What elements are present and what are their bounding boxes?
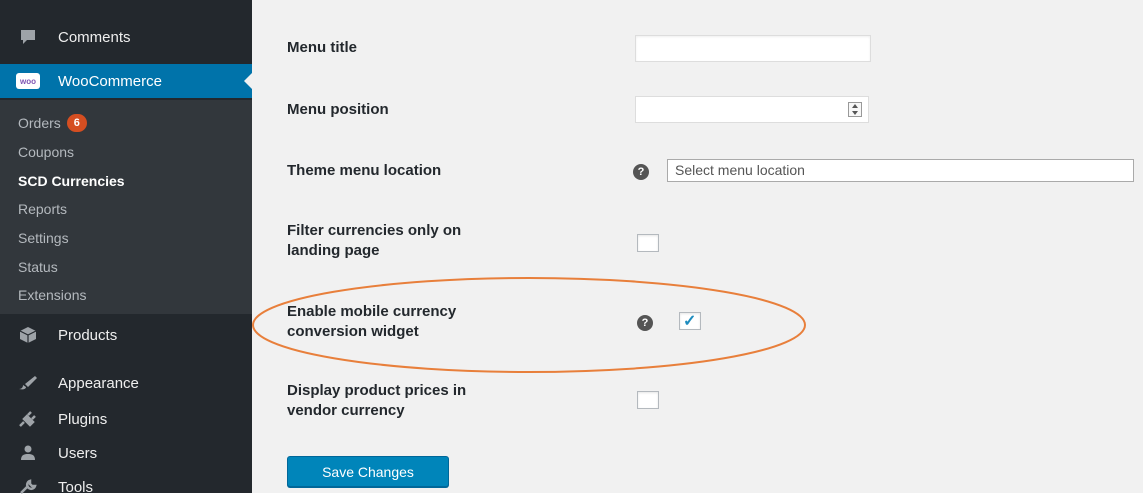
sidebar-item-products[interactable]: Products: [0, 318, 252, 352]
vendor-currency-label-line1: Display product prices in: [287, 382, 467, 399]
sidebar-item-label: Plugins: [58, 410, 108, 428]
spinner-arrows-icon[interactable]: [848, 102, 862, 117]
brush-icon: [16, 373, 40, 393]
wrench-icon: [16, 477, 40, 497]
sidebar-item-appearance[interactable]: Appearance: [0, 366, 252, 400]
settings-main: Menu title Menu position Theme menu loca…: [252, 0, 1143, 493]
menu-location-placeholder: Select menu location: [675, 162, 805, 178]
menu-position-input[interactable]: [635, 96, 869, 123]
filter-landing-label: Filter currencies only on landing page: [287, 221, 567, 261]
sidebar-item-comments[interactable]: Comments: [0, 20, 252, 54]
mobile-widget-label-line2: conversion widget: [287, 323, 419, 340]
sidebar-subitem-label: Extensions: [18, 287, 87, 303]
sidebar-item-label: Products: [58, 326, 118, 344]
woocommerce-logo-text: woo: [16, 73, 40, 89]
save-changes-button[interactable]: Save Changes: [287, 456, 449, 487]
sidebar-subitem-orders[interactable]: Orders 6: [18, 112, 87, 134]
woocommerce-logo: woo: [16, 71, 40, 91]
box-icon: [16, 325, 40, 345]
sidebar-subitem-label: Status: [18, 259, 58, 275]
sidebar-subitem-settings[interactable]: Settings: [18, 227, 69, 249]
filter-landing-label-line2: landing page: [287, 242, 380, 259]
theme-menu-location-label: Theme menu location: [287, 162, 442, 179]
menu-location-select[interactable]: Select menu location: [667, 159, 1134, 182]
mobile-widget-label-line1: Enable mobile currency: [287, 303, 457, 320]
checkmark-icon: ✓: [683, 313, 697, 330]
menu-title-label: Menu title: [287, 39, 357, 56]
admin-sidebar: Comments woo WooCommerce Orders 6 Coupon…: [0, 0, 252, 496]
sidebar-subitem-label: SCD Currencies: [18, 173, 125, 189]
sidebar-item-label: Comments: [58, 28, 131, 46]
sidebar-subitem-label: Reports: [18, 201, 68, 217]
sidebar-item-label: Users: [58, 444, 98, 462]
menu-position-label: Menu position: [287, 101, 389, 118]
user-icon: [16, 443, 40, 463]
menu-title-input[interactable]: [635, 35, 871, 62]
sidebar-subitem-coupons[interactable]: Coupons: [18, 141, 74, 163]
vendor-currency-checkbox[interactable]: [637, 391, 659, 409]
sidebar-item-label: Appearance: [58, 374, 139, 392]
sidebar-subitem-reports[interactable]: Reports: [18, 198, 67, 220]
sidebar-item-tools[interactable]: Tools: [0, 470, 252, 504]
sidebar-item-label: WooCommerce: [58, 72, 162, 90]
sidebar-subitem-status[interactable]: Status: [18, 256, 58, 278]
sidebar-subitem-label: Settings: [18, 230, 69, 246]
active-indicator: [244, 73, 252, 89]
sidebar-item-plugins[interactable]: Plugins: [0, 402, 252, 436]
woocommerce-submenu: Orders 6 Coupons SCD Currencies Reports …: [0, 100, 252, 314]
filter-landing-label-line1: Filter currencies only on: [287, 222, 462, 239]
plug-icon: [16, 409, 40, 429]
sidebar-item-woocommerce[interactable]: woo WooCommerce: [0, 64, 252, 98]
comment-icon: [16, 27, 40, 47]
mobile-widget-checkbox[interactable]: ✓: [679, 312, 701, 330]
help-icon[interactable]: ?: [633, 164, 649, 180]
help-icon[interactable]: ?: [637, 315, 653, 331]
orders-count-badge: 6: [66, 114, 87, 132]
mobile-widget-label: Enable mobile currency conversion widget: [287, 302, 567, 342]
sidebar-subitem-label: Orders: [18, 115, 61, 131]
sidebar-item-users[interactable]: Users: [0, 436, 252, 470]
filter-landing-checkbox[interactable]: [637, 234, 659, 252]
sidebar-subitem-label: Coupons: [18, 144, 75, 160]
vendor-currency-label-line2: vendor currency: [287, 402, 405, 419]
vendor-currency-label: Display product prices in vendor currenc…: [287, 381, 567, 421]
sidebar-subitem-extensions[interactable]: Extensions: [18, 284, 86, 306]
sidebar-subitem-scd-currencies[interactable]: SCD Currencies: [18, 170, 125, 192]
